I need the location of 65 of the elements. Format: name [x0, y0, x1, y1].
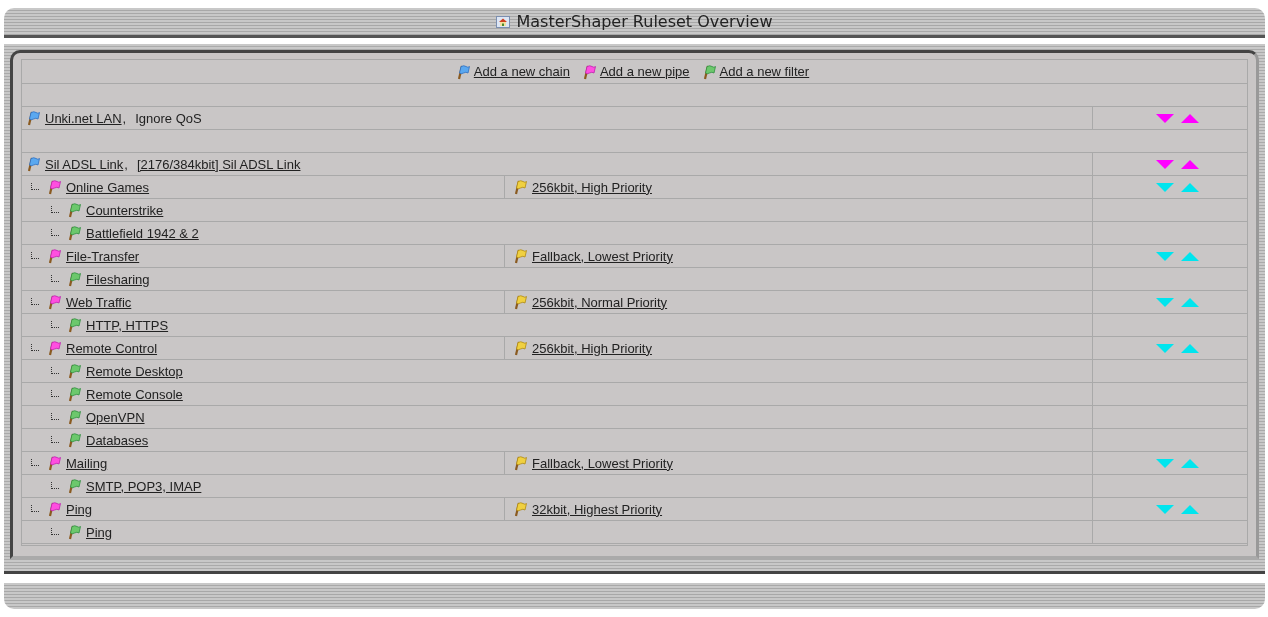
- move-down-icon[interactable]: [1155, 159, 1174, 169]
- move-down-icon[interactable]: [1155, 458, 1174, 468]
- service-level-link[interactable]: Fallback, Lowest Priority: [532, 455, 673, 471]
- tree-connector-icon: [51, 366, 59, 374]
- service-level-link[interactable]: 256kbit, Normal Priority: [532, 294, 668, 310]
- filter-link[interactable]: Databases: [86, 432, 149, 448]
- separator-text: ,: [124, 156, 128, 172]
- tree-connector-icon: [31, 297, 39, 305]
- move-down-icon[interactable]: [1155, 251, 1174, 261]
- move-down-icon[interactable]: [1155, 297, 1174, 307]
- tree-connector-icon: [51, 205, 59, 213]
- tree-connector-icon: [51, 435, 59, 443]
- house-icon: [496, 15, 511, 28]
- filter-link[interactable]: SMTP, POP3, IMAP: [86, 478, 202, 494]
- service-level-text: Ignore QoS: [135, 110, 202, 126]
- move-down-icon[interactable]: [1155, 113, 1174, 123]
- move-up-icon[interactable]: [1180, 297, 1199, 307]
- chain-link[interactable]: Unki.net LAN: [45, 110, 122, 126]
- tree-connector-icon: [51, 389, 59, 397]
- tree-connector-icon: [31, 182, 39, 190]
- service-level-link[interactable]: 256kbit, High Priority: [532, 340, 652, 356]
- filter-link[interactable]: Remote Desktop: [86, 363, 183, 379]
- pipe-link[interactable]: File-Transfer: [66, 248, 140, 264]
- filter-link[interactable]: Battlefield 1942 & 2: [86, 225, 199, 241]
- move-up-icon[interactable]: [1180, 504, 1199, 514]
- service-level-link[interactable]: Fallback, Lowest Priority: [532, 248, 673, 264]
- filter-link[interactable]: OpenVPN: [86, 409, 145, 425]
- move-down-icon[interactable]: [1155, 504, 1174, 514]
- pipe-link[interactable]: Remote Control: [66, 340, 158, 356]
- add-link[interactable]: Add a new pipe: [599, 64, 690, 79]
- tree-connector-icon: [31, 251, 39, 259]
- separator-text: ,: [122, 110, 127, 126]
- add-link[interactable]: Add a new filter: [719, 64, 810, 79]
- tree-connector-icon: [51, 320, 59, 328]
- move-up-icon[interactable]: [1180, 113, 1199, 123]
- move-up-icon[interactable]: [1180, 182, 1199, 192]
- tree-connector-icon: [51, 481, 59, 489]
- tree-connector-icon: [31, 504, 39, 512]
- chain-link[interactable]: Sil ADSL Link: [45, 156, 124, 172]
- tree-connector-icon: [31, 458, 39, 466]
- move-down-icon[interactable]: [1155, 343, 1174, 353]
- window-title: MasterShaper Ruleset Overview: [516, 12, 773, 31]
- move-up-icon[interactable]: [1180, 159, 1199, 169]
- pipe-link[interactable]: Ping: [66, 501, 93, 517]
- add-link[interactable]: Add a new chain: [473, 64, 570, 79]
- tree-connector-icon: [51, 274, 59, 282]
- filter-link[interactable]: Remote Console: [86, 386, 183, 402]
- filter-link[interactable]: Filesharing: [86, 271, 150, 287]
- service-level-link[interactable]: 256kbit, High Priority: [532, 179, 652, 195]
- service-level-link[interactable]: [2176/384kbit] Sil ADSL Link: [136, 156, 301, 172]
- move-up-icon[interactable]: [1180, 343, 1199, 353]
- filter-link[interactable]: Ping: [86, 524, 113, 540]
- move-down-icon[interactable]: [1155, 182, 1174, 192]
- move-up-icon[interactable]: [1180, 251, 1199, 261]
- tree-connector-icon: [51, 228, 59, 236]
- pipe-link[interactable]: Web Traffic: [66, 294, 132, 310]
- move-up-icon[interactable]: [1180, 458, 1199, 468]
- tree-connector-icon: [51, 527, 59, 535]
- filter-link[interactable]: HTTP, HTTPS: [86, 317, 169, 333]
- tree-connector-icon: [31, 343, 39, 351]
- pipe-link[interactable]: Online Games: [66, 179, 150, 195]
- service-level-link[interactable]: 32kbit, Highest Priority: [532, 501, 663, 517]
- pipe-link[interactable]: Mailing: [66, 455, 108, 471]
- tree-connector-icon: [51, 412, 59, 420]
- filter-link[interactable]: Counterstrike: [86, 202, 164, 218]
